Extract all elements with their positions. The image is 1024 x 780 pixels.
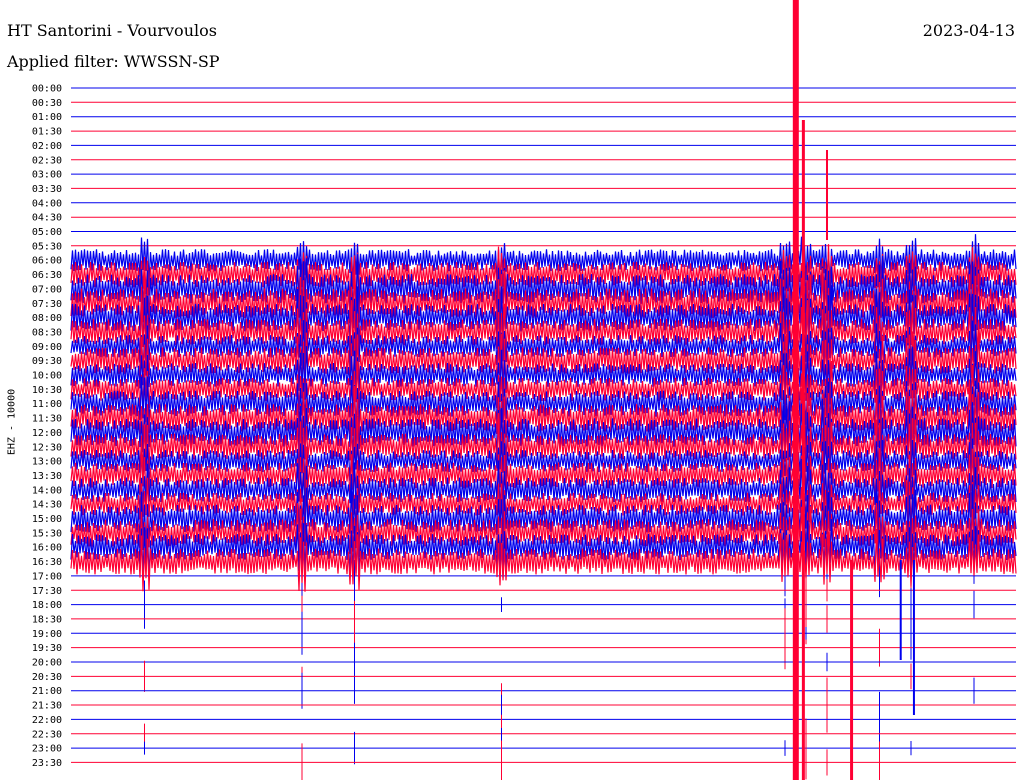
time-tick-label: 19:30 [32, 643, 62, 654]
time-tick-label: 16:30 [32, 557, 62, 568]
time-tick-label: 05:30 [32, 241, 62, 252]
time-tick-label: 02:30 [32, 155, 62, 166]
time-tick-label: 15:00 [32, 514, 62, 525]
time-tick-label: 06:00 [32, 256, 62, 267]
time-tick-label: 14:00 [32, 485, 62, 496]
time-tick-label: 22:30 [32, 729, 62, 740]
trace-row-2030 [71, 660, 1016, 692]
time-tick-label: 19:00 [32, 629, 62, 640]
time-tick-label: 10:00 [32, 371, 62, 382]
time-tick-label: 08:00 [32, 313, 62, 324]
time-tick-label: 13:00 [32, 457, 62, 468]
time-tick-label: 11:30 [32, 414, 62, 425]
trace-row-2000 [71, 642, 1016, 682]
time-tick-label: 06:30 [32, 270, 62, 281]
time-tick-label: 12:30 [32, 442, 62, 453]
time-tick-label: 20:00 [32, 658, 62, 669]
time-tick-label: 03:30 [32, 184, 62, 195]
time-tick-label: 23:30 [32, 758, 62, 769]
time-tick-label: 02:00 [32, 141, 62, 152]
seismogram-plot: 00:00 00:30 01:00 01:30 02:00 02:30 03:00 03:30… [32, 0, 1017, 780]
time-tick-label: 14:30 [32, 500, 62, 511]
trace-row-2230 [71, 714, 1016, 753]
time-tick-label: 21:30 [32, 701, 62, 712]
time-tick-label: 10:30 [32, 385, 62, 396]
time-tick-label: 01:00 [32, 112, 62, 123]
time-tick-label: 05:00 [32, 227, 62, 238]
time-tick-label: 18:00 [32, 600, 62, 611]
trace-row-2100 [71, 672, 1016, 709]
time-tick-label: 04:00 [32, 198, 62, 209]
time-tick-label: 20:30 [32, 672, 62, 683]
time-tick-label: 09:00 [32, 342, 62, 353]
time-tick-label: 11:00 [32, 399, 62, 410]
time-tick-label: 12:00 [32, 428, 62, 439]
time-tick-label: 01:30 [32, 127, 62, 138]
time-tick-label: 21:00 [32, 686, 62, 697]
time-tick-label: 15:30 [32, 528, 62, 539]
time-tick-label: 16:00 [32, 543, 62, 554]
trace-row-1800 [71, 580, 1016, 629]
time-tick-label: 04:30 [32, 213, 62, 224]
trace-row-1900 [71, 606, 1016, 660]
time-tick-label: 17:00 [32, 571, 62, 582]
trace-row-2130 [71, 677, 1016, 733]
time-tick-label: 13:30 [32, 471, 62, 482]
trace-row-2330 [71, 740, 1016, 780]
time-tick-label: 07:30 [32, 299, 62, 310]
time-tick-label: 23:00 [32, 744, 62, 755]
time-tick-labels: 00:00 00:30 01:00 01:30 02:00 02:30 03:00 03:30… [32, 84, 62, 769]
trace-row-2200 [71, 691, 1016, 747]
time-tick-label: 07:00 [32, 284, 62, 295]
time-tick-label: 00:00 [32, 84, 62, 95]
trace-row-1930 [71, 619, 1016, 676]
helicorder-view: HT Santorini - Vourvoulos 2023-04-13 App… [0, 0, 1024, 780]
time-tick-label: 03:00 [32, 170, 62, 181]
time-tick-label: 00:30 [32, 98, 62, 109]
time-tick-label: 09:30 [32, 356, 62, 367]
trace-row-1830 [71, 593, 1016, 645]
time-tick-label: 17:30 [32, 586, 62, 597]
time-tick-label: 18:30 [32, 614, 62, 625]
time-tick-label: 08:30 [32, 327, 62, 338]
time-tick-label: 22:00 [32, 715, 62, 726]
